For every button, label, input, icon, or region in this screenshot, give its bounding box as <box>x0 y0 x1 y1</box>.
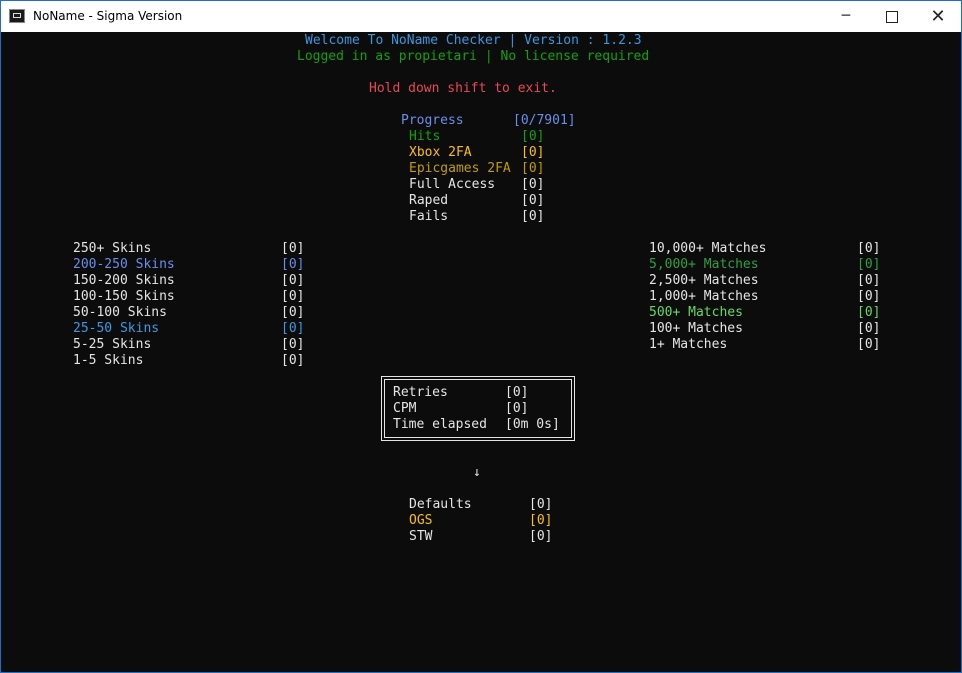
time-elapsed-value: [0m 0s] <box>505 417 560 432</box>
defaults-value: [0] <box>529 497 553 512</box>
matches-500plus-label: 500+ Matches <box>649 305 743 320</box>
matches-1plus-value: [0] <box>857 337 881 352</box>
matches-1000plus-value: [0] <box>857 289 881 304</box>
retries-value: [0] <box>505 385 529 400</box>
console-output[interactable]: Welcome To NoName Checker | Version : 1.… <box>1 32 961 672</box>
skins-5-25-label: 5-25 Skins <box>73 337 152 352</box>
skins-25-50-value: [0] <box>281 321 305 336</box>
skins-100-150-label: 100-150 Skins <box>73 289 175 304</box>
progress-value: [0/7901] <box>513 113 576 128</box>
cpm-label: CPM <box>393 401 417 416</box>
matches-2500plus-value: [0] <box>857 273 881 288</box>
matches-1000plus-label: 1,000+ Matches <box>649 289 759 304</box>
stw-label: STW <box>409 529 433 544</box>
matches-100plus-label: 100+ Matches <box>649 321 743 336</box>
fails-value: [0] <box>521 209 545 224</box>
full-access-value: [0] <box>521 177 545 192</box>
skins-1-5-value: [0] <box>281 353 305 368</box>
matches-10000plus-value: [0] <box>857 241 881 256</box>
skins-150-200-value: [0] <box>281 273 305 288</box>
epicgames-2fa-label: Epicgames 2FA <box>409 161 511 176</box>
exit-hint: Hold down shift to exit. <box>369 81 557 96</box>
stw-value: [0] <box>529 529 553 544</box>
hits-value: [0] <box>521 129 545 144</box>
console-app-icon[interactable] <box>9 9 25 23</box>
skins-200-250-label: 200-250 Skins <box>73 257 175 272</box>
skins-50-100-label: 50-100 Skins <box>73 305 167 320</box>
retries-label: Retries <box>393 385 448 400</box>
cpm-value: [0] <box>505 401 529 416</box>
down-arrow-icon: ↓ <box>473 465 481 480</box>
matches-5000plus-label: 5,000+ Matches <box>649 257 759 272</box>
matches-2500plus-label: 2,500+ Matches <box>649 273 759 288</box>
xbox-2fa-label: Xbox 2FA <box>409 145 472 160</box>
matches-1plus-label: 1+ Matches <box>649 337 728 352</box>
minimize-button[interactable]: ─ <box>823 1 869 32</box>
matches-100plus-value: [0] <box>857 321 881 336</box>
maximize-button[interactable] <box>869 1 915 32</box>
xbox-2fa-value: [0] <box>521 145 545 160</box>
full-access-label: Full Access <box>409 177 496 192</box>
matches-5000plus-value: [0] <box>857 257 881 272</box>
raped-value: [0] <box>521 193 545 208</box>
raped-label: Raped <box>409 193 449 208</box>
hits-label: Hits <box>409 129 441 144</box>
time-elapsed-label: Time elapsed <box>393 417 487 432</box>
skins-100-150-value: [0] <box>281 289 305 304</box>
console-window: NoName - Sigma Version ─ ✕ Welcome To No… <box>0 0 962 673</box>
fails-label: Fails <box>409 209 449 224</box>
skins-200-250-value: [0] <box>281 257 305 272</box>
skins-25-50-label: 25-50 Skins <box>73 321 160 336</box>
maximize-icon <box>886 10 898 23</box>
title-bar[interactable]: NoName - Sigma Version ─ ✕ <box>1 1 961 32</box>
skins-1-5-label: 1-5 Skins <box>73 353 144 368</box>
defaults-label: Defaults <box>409 497 472 512</box>
skins-5-25-value: [0] <box>281 337 305 352</box>
ogs-label: OGS <box>409 513 433 528</box>
epicgames-2fa-value: [0] <box>521 161 545 176</box>
login-line: Logged in as propietari | No license req… <box>297 49 650 64</box>
ogs-value: [0] <box>529 513 553 528</box>
welcome-line: Welcome To NoName Checker | Version : 1.… <box>305 33 642 48</box>
skins-250plus-value: [0] <box>281 241 305 256</box>
close-button[interactable]: ✕ <box>915 1 961 32</box>
matches-10000plus-label: 10,000+ Matches <box>649 241 767 256</box>
progress-label: Progress <box>401 113 464 128</box>
skins-150-200-label: 150-200 Skins <box>73 273 175 288</box>
matches-500plus-value: [0] <box>857 305 881 320</box>
window-title: NoName - Sigma Version <box>33 9 183 23</box>
skins-250plus-label: 250+ Skins <box>73 241 152 256</box>
skins-50-100-value: [0] <box>281 305 305 320</box>
